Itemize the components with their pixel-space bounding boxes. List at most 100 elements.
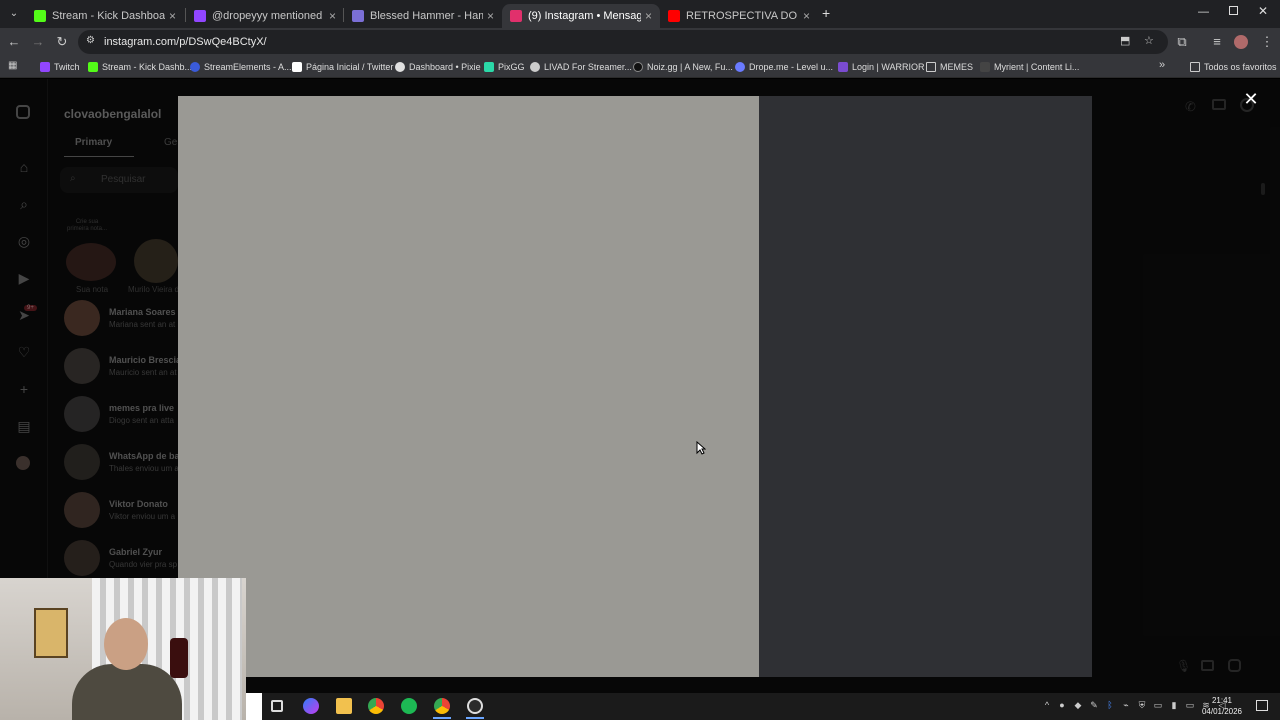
reload-icon[interactable]: ↻ [54,34,70,50]
wanted-poster [34,608,68,658]
clock-time: 21:41 [1211,696,1233,705]
tab-title: @dropeyyy mentioned you [212,10,325,22]
window-close-icon[interactable]: ✕ [1258,4,1268,18]
post-details-panel [759,96,1092,677]
taskbar-clock[interactable]: 21:41 04/01/2026 [1194,695,1250,717]
restore-icon[interactable] [1229,6,1238,15]
streamer-head [104,618,148,670]
apps-grid-icon[interactable]: ▦ [8,60,17,71]
clock-date: 04/01/2026 [1201,707,1243,716]
steam-icon[interactable]: ● [1057,700,1067,710]
hammer-favicon-icon [352,10,364,22]
copilot-icon[interactable] [303,698,319,714]
security-icon[interactable]: ⛨ [1137,700,1147,710]
kick-icon [88,62,98,72]
close-tab-icon[interactable]: × [169,9,176,23]
active-app-indicator [433,717,451,719]
tab-title: Stream - Kick Dashboard [52,10,165,22]
reading-list-icon[interactable]: ≡ [1209,34,1225,50]
file-explorer-icon[interactable] [336,698,352,714]
close-modal-button[interactable]: ✕ [1242,90,1260,108]
bookmark-drope[interactable]: Drope.me - Level u... [735,59,833,75]
bookmark-star-icon[interactable]: ☆ [1144,34,1154,47]
bookmark-noiz[interactable]: Noiz.gg | A New, Fu... [633,59,733,75]
close-tab-icon[interactable]: × [329,9,336,23]
tab-search-icon[interactable]: ⌄ [6,6,22,22]
bluetooth-icon[interactable]: ᛒ [1105,700,1115,710]
address-bar[interactable]: ⚙ instagram.com/p/DSwQe4BCtyX/ ⬒ ☆ [78,30,1168,54]
drope-icon [735,62,745,72]
bookmarks-bar: ▦ Twitch Stream - Kick Dashb... StreamEl… [0,56,1280,78]
bookmark-myrient[interactable]: Myrient | Content Li... [980,59,1079,75]
bookmark-kick[interactable]: Stream - Kick Dashb... [88,59,192,75]
folder-icon [926,62,936,72]
bookmark-pixgg[interactable]: PixGG [484,59,525,75]
youtube-favicon-icon [668,10,680,22]
bookmark-pixie[interactable]: Dashboard • Pixie [395,59,481,75]
chrome-profile-icon[interactable] [434,698,450,714]
folder-icon [1190,62,1200,72]
windows-taskbar: ^ ● ◆ ✎ ᛒ ⌁ ⛨ ▭ ▮ ▭ ≋ ◁ 21:41 04/01/2026 [246,693,1280,720]
obs-icon[interactable] [467,698,483,714]
instagram-favicon-icon [510,10,522,22]
install-app-icon[interactable]: ⬒ [1120,34,1130,47]
chrome-icon[interactable] [368,698,384,714]
twitch-favicon-icon [194,10,206,22]
taskbar-search-box[interactable] [246,693,262,720]
new-tab-button[interactable]: + [822,5,830,21]
pixgg-icon [484,62,494,72]
bookmark-folder-memes[interactable]: MEMES [926,59,973,75]
bookmark-streamelements[interactable]: StreamElements - A... [190,59,292,75]
streamelements-icon [190,62,200,72]
browser-tab-bar: ⌄ Stream - Kick Dashboard × @dropeyyy me… [0,0,1280,28]
livad-icon [530,62,540,72]
usb-icon[interactable]: ⌁ [1121,700,1131,710]
tab-title: (9) Instagram • Mensagens [528,10,641,22]
mic-tray-icon[interactable]: ▮ [1169,700,1179,710]
task-view-icon[interactable] [271,700,283,712]
minimize-icon[interactable]: — [1198,6,1209,18]
display-icon[interactable]: ▭ [1153,700,1163,710]
url-text: instagram.com/p/DSwQe4BCtyX/ [104,36,267,48]
post-media-loading[interactable] [178,96,759,677]
extensions-icon[interactable]: ⧉ [1174,34,1190,50]
browser-toolbar: ← → ↻ ⚙ instagram.com/p/DSwQe4BCtyX/ ⬒ ☆… [0,28,1280,56]
spotify-icon[interactable] [401,698,417,714]
x-logo-icon [292,62,302,72]
profile-avatar-icon[interactable] [1234,35,1248,49]
mouse-cursor-icon [696,441,706,455]
bookmark-livad[interactable]: LIVAD For Streamer... [530,59,632,75]
twitch-icon [40,62,50,72]
tab-title: RETROSPECTIVA DO FUTEBOL [686,10,799,22]
forward-arrow-icon[interactable]: → [30,34,46,50]
site-info-icon[interactable]: ⚙ [86,35,95,46]
close-tab-icon[interactable]: × [803,9,810,23]
myrient-icon [980,62,990,72]
pen-icon[interactable]: ✎ [1089,700,1099,710]
tab-title: Blessed Hammer - Hammerkun [370,10,483,22]
tab-instagram-active[interactable]: (9) Instagram • Mensagens × [502,4,660,28]
tray-overflow-icon[interactable]: ^ [1042,700,1052,710]
pixie-icon [395,62,405,72]
kick-favicon-icon [34,10,46,22]
tab-twitch-mention[interactable]: @dropeyyy mentioned you × [186,4,344,28]
bookmark-twitch[interactable]: Twitch [40,59,80,75]
all-bookmarks-folder[interactable]: Todos os favoritos [1190,59,1277,75]
tab-blessed-hammer[interactable]: Blessed Hammer - Hammerkun × [344,4,502,28]
microphone-icon [170,638,188,678]
notifications-icon[interactable] [1256,700,1268,711]
close-tab-icon[interactable]: × [487,9,494,23]
active-app-indicator [466,717,484,719]
discord-icon[interactable]: ◆ [1073,700,1083,710]
browser-menu-icon[interactable]: ⋮ [1259,34,1275,50]
warrior-icon [838,62,848,72]
bookmark-warrior[interactable]: Login | WARRIOR [838,59,925,75]
tab-youtube-retrospectiva[interactable]: RETROSPECTIVA DO FUTEBOL × [660,4,818,28]
tab-kick-dashboard[interactable]: Stream - Kick Dashboard × [26,4,184,28]
close-tab-icon[interactable]: × [645,9,652,23]
back-arrow-icon[interactable]: ← [6,34,22,50]
bookmark-twitter[interactable]: Página Inicial / Twitter [292,59,393,75]
noiz-icon [633,62,643,72]
more-bookmarks-icon[interactable]: » [1159,59,1165,71]
streamer-webcam [0,578,246,720]
